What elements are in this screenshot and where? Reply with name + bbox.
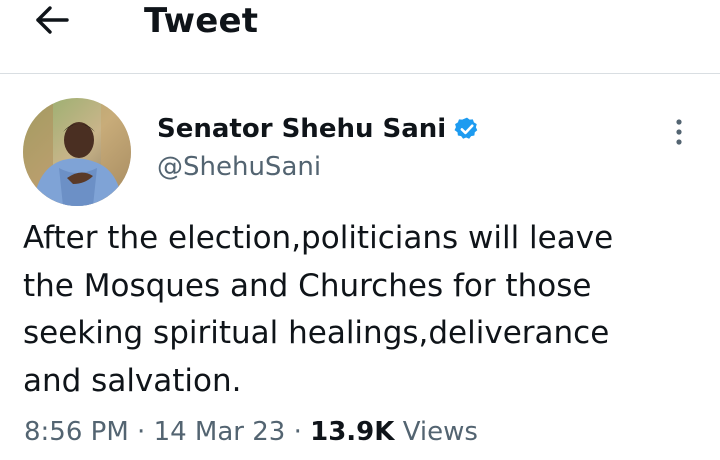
views-count: 13.9K <box>310 417 395 447</box>
page-title: Tweet <box>144 1 259 41</box>
author-avatar[interactable] <box>23 98 131 206</box>
more-vertical-icon <box>676 119 682 145</box>
author-display-name: Senator Shehu Sani <box>157 114 447 144</box>
arrow-left-icon <box>36 6 69 34</box>
top-bar: Tweet <box>0 0 720 74</box>
avatar-photo <box>23 98 131 206</box>
meta-separator: · <box>137 417 146 447</box>
meta-separator: · <box>293 417 302 447</box>
tweet-text: After the election,politicians will leav… <box>23 220 614 399</box>
author-handle[interactable]: @ShehuSani <box>157 150 321 184</box>
author-name[interactable]: Senator Shehu Sani <box>157 112 480 146</box>
more-options-button[interactable] <box>664 112 694 152</box>
verified-badge-icon <box>454 117 478 139</box>
tweet-date[interactable]: 14 Mar 23 <box>154 417 286 447</box>
back-button[interactable] <box>30 2 74 38</box>
tweet-time[interactable]: 8:56 PM <box>24 417 129 447</box>
tweet-meta: 8:56 PM · 14 Mar 23 · 13.9K Views <box>24 414 478 450</box>
views-label: Views <box>402 417 478 447</box>
